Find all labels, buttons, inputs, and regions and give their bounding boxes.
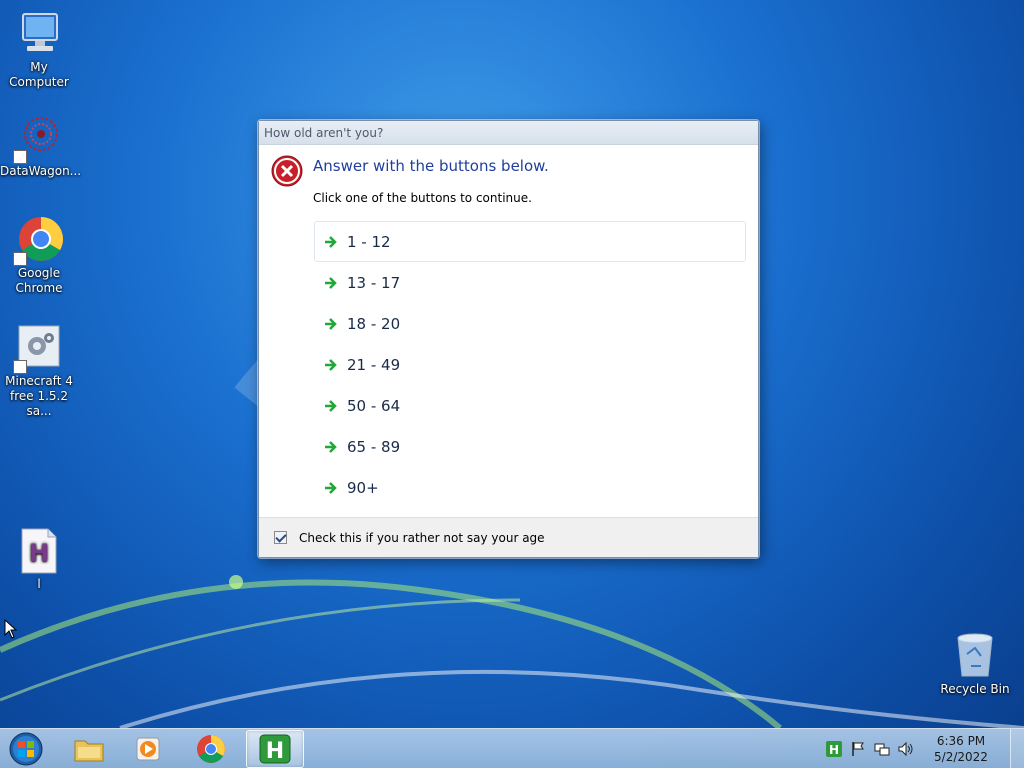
option-label: 18 - 20	[347, 314, 401, 333]
media-player-icon	[136, 737, 160, 761]
mouse-cursor-icon	[4, 619, 18, 639]
desktop-icon-label: My Computer	[9, 60, 69, 89]
chrome-icon	[197, 735, 225, 763]
taskbar-media-player-button[interactable]	[120, 730, 178, 768]
taskbar: H H 6:36 PM 5/2/2022	[0, 728, 1024, 768]
volume-icon[interactable]	[898, 741, 914, 757]
option-label: 21 - 49	[347, 355, 401, 374]
error-icon	[271, 155, 303, 187]
green-arrow-icon	[325, 235, 337, 248]
svg-text:H: H	[829, 743, 839, 757]
age-dialog: How old aren't you? Answer with the butt…	[258, 120, 759, 558]
taskbar-file-explorer-button[interactable]	[60, 730, 118, 768]
option-button-90-plus[interactable]: 90+	[314, 467, 746, 508]
main-instruction: Answer with the buttons below.	[313, 157, 549, 175]
desktop-icon-label: l	[37, 577, 41, 591]
option-button-18-20[interactable]: 18 - 20	[314, 303, 746, 344]
shortcut-arrow-icon	[13, 150, 27, 164]
shortcut-arrow-icon	[13, 360, 27, 374]
h-app-icon: H	[259, 734, 291, 764]
show-desktop-button[interactable]	[1010, 729, 1024, 768]
command-link-list: 1 - 12 13 - 17 18 - 20 21 - 49 50 - 64 6…	[314, 221, 746, 508]
computer-icon	[22, 13, 58, 51]
green-arrow-icon	[325, 440, 337, 453]
content-text: Click one of the buttons to continue.	[313, 191, 532, 205]
option-button-65-89[interactable]: 65 - 89	[314, 426, 746, 467]
file-explorer-icon	[74, 740, 104, 762]
desktop-icon-google-chrome[interactable]: Google Chrome	[0, 216, 78, 296]
option-button-1-12[interactable]: 1 - 12	[314, 221, 746, 262]
option-label: 50 - 64	[347, 396, 401, 415]
rather-not-say-checkbox[interactable]	[274, 531, 287, 544]
clock-time: 6:36 PM	[936, 734, 986, 748]
green-arrow-icon	[325, 481, 337, 494]
start-orb-icon[interactable]	[6, 731, 46, 767]
option-label: 65 - 89	[347, 437, 401, 456]
desktop-icon-label: Minecraft 4 free 1.5.2 sa...	[5, 374, 73, 418]
option-button-50-64[interactable]: 50 - 64	[314, 385, 746, 426]
taskbar-chrome-button[interactable]	[182, 730, 240, 768]
action-center-flag-icon[interactable]	[850, 741, 866, 757]
option-button-13-17[interactable]: 13 - 17	[314, 262, 746, 303]
taskbar-h-app-button[interactable]: H	[246, 730, 304, 768]
desktop-icon-label: Google Chrome	[15, 266, 63, 295]
option-label: 13 - 17	[347, 273, 401, 292]
green-arrow-icon	[325, 358, 337, 371]
desktop-icon-my-computer[interactable]: My Computer	[0, 10, 78, 90]
desktop-icon-recycle-bin[interactable]: Recycle Bin	[936, 632, 1014, 697]
option-label: 90+	[347, 478, 379, 497]
green-arrow-icon	[325, 276, 337, 289]
recycle-bin-icon	[957, 633, 993, 677]
clock-date: 5/2/2022	[934, 750, 988, 764]
svg-text:H: H	[266, 739, 284, 764]
svg-text:H: H	[29, 539, 49, 567]
option-button-21-49[interactable]: 21 - 49	[314, 344, 746, 385]
h-document-icon: H	[21, 528, 57, 574]
desktop-icon-l[interactable]: H l	[0, 527, 78, 592]
desktop-icon-minecraft-installer[interactable]: Minecraft 4 free 1.5.2 sa...	[0, 324, 78, 419]
green-arrow-icon	[325, 399, 337, 412]
rather-not-say-label[interactable]: Check this if you rather not say your ag…	[299, 531, 545, 545]
h-app-tray-icon[interactable]: H	[826, 741, 842, 757]
option-label: 1 - 12	[347, 232, 391, 251]
dialog-footer: Check this if you rather not say your ag…	[259, 517, 758, 557]
shortcut-arrow-icon	[13, 252, 27, 266]
network-icon[interactable]	[874, 741, 890, 757]
dialog-title: How old aren't you?	[259, 121, 758, 145]
system-tray: H 6:36 PM 5/2/2022	[826, 729, 1024, 768]
taskbar-clock[interactable]: 6:36 PM 5/2/2022	[922, 733, 1000, 765]
desktop-icon-datawagon[interactable]: DataWagon...	[0, 114, 82, 179]
desktop-icon-label: Recycle Bin	[940, 682, 1010, 696]
desktop-icon-label: DataWagon...	[0, 164, 82, 178]
green-arrow-icon	[325, 317, 337, 330]
